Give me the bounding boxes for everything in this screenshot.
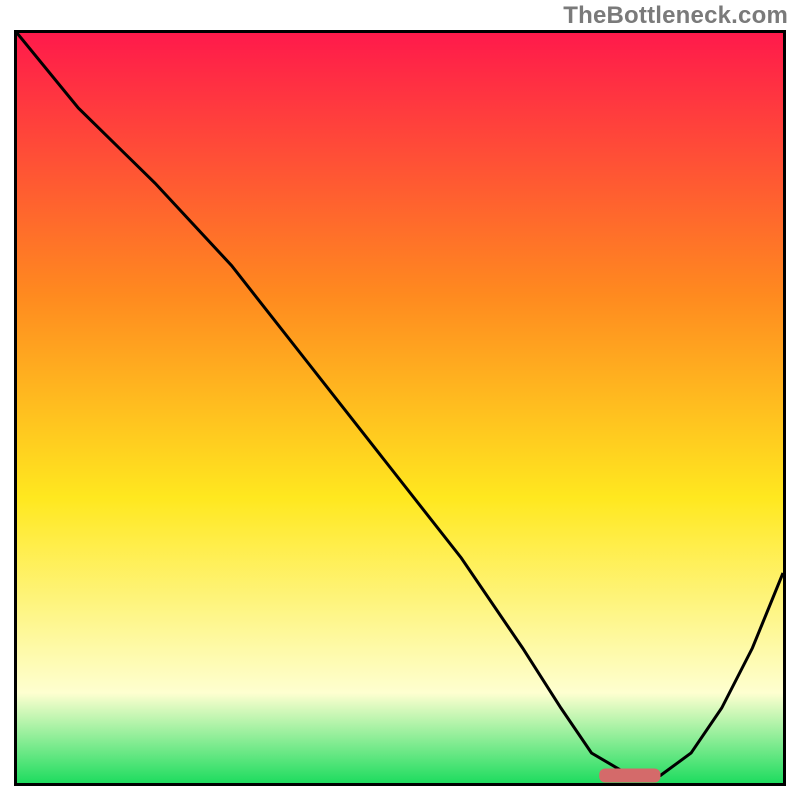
watermark-text: TheBottleneck.com [563,2,788,30]
container: { "watermark": "TheBottleneck.com", "col… [0,0,800,800]
plot-svg [17,33,783,783]
gradient-background [17,33,783,783]
optimum-marker [599,769,660,783]
plot-area [14,30,786,786]
